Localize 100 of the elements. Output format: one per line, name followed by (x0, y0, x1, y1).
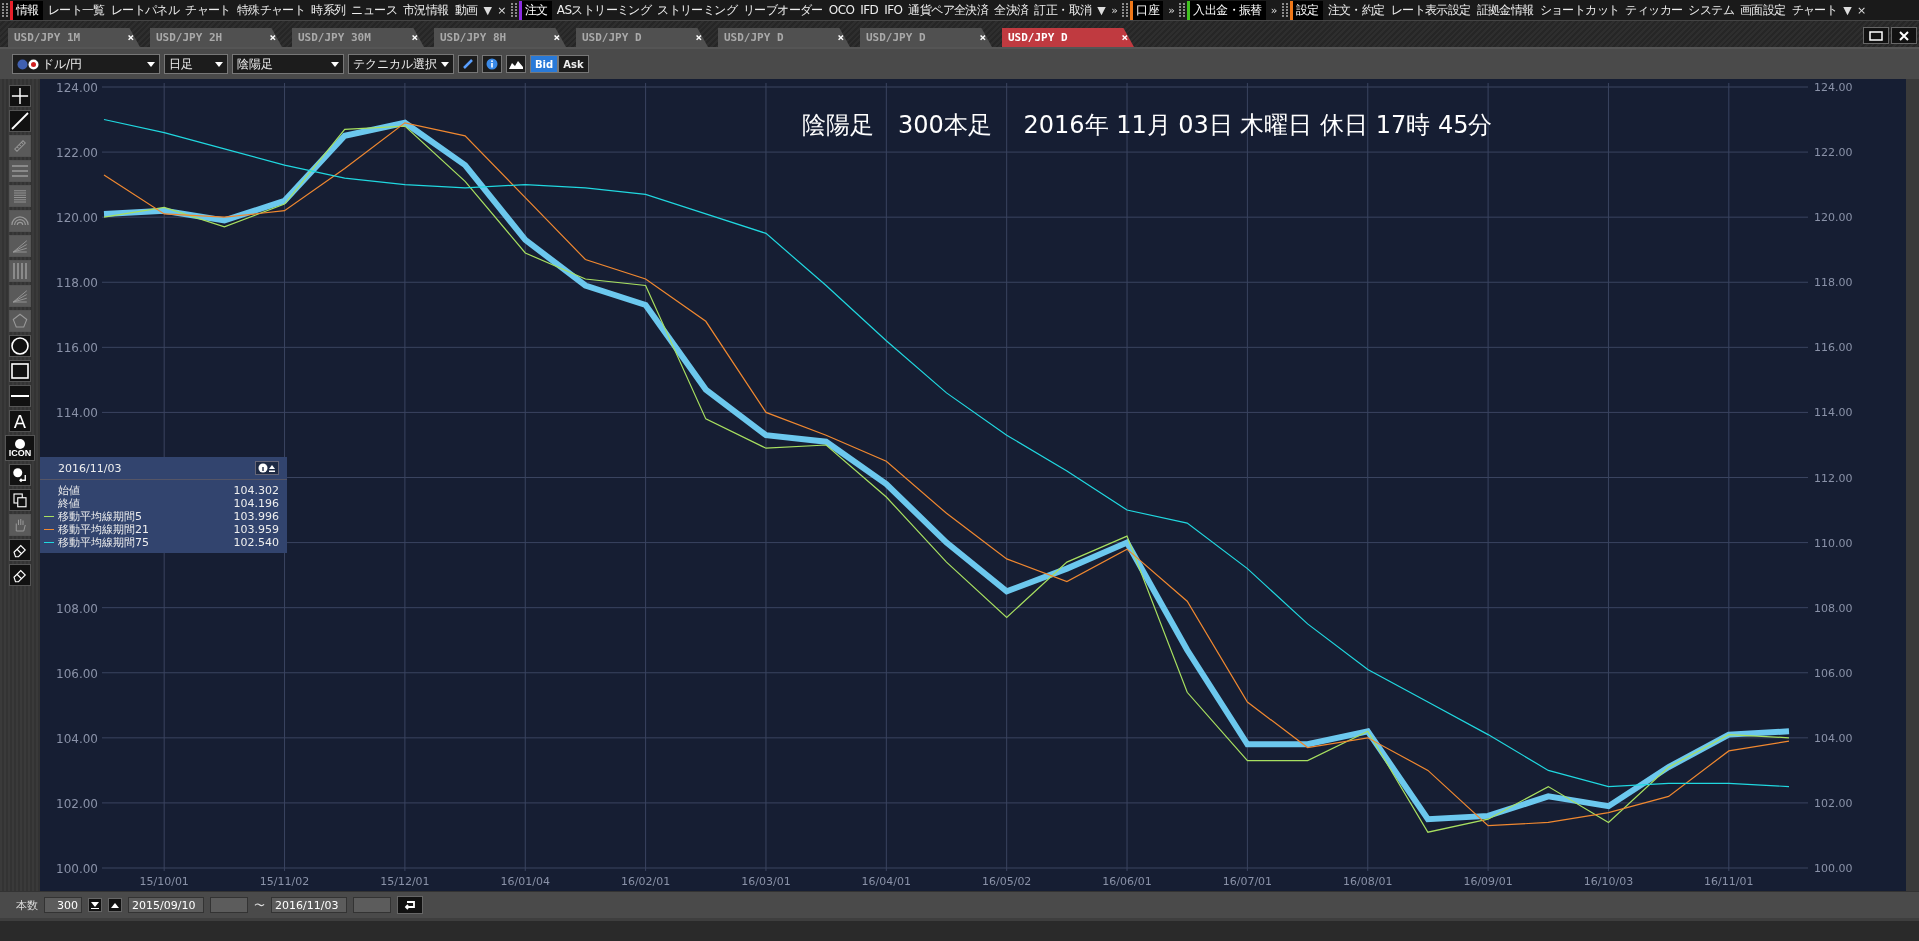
chart-tab[interactable]: USD/JPY 8H × (434, 28, 566, 47)
chart-button[interactable] (506, 55, 526, 73)
crosshair-tool[interactable] (9, 85, 31, 107)
menu-item[interactable]: 証拠金情報 (1473, 1, 1537, 19)
pen-button[interactable] (458, 55, 478, 73)
technical-button[interactable]: テクニカル選択 (348, 54, 454, 74)
menu-item[interactable]: 注文・約定 (1324, 1, 1388, 19)
chart-tab[interactable]: USD/JPY D × (1002, 28, 1134, 47)
tab-close[interactable]: × (269, 31, 276, 44)
menu-item[interactable]: チャート (1788, 1, 1841, 19)
hline-tool[interactable] (9, 385, 31, 407)
start-time-field[interactable] (210, 897, 248, 913)
menu-item[interactable]: レート一覧 (44, 1, 108, 19)
rect-icon (11, 363, 29, 379)
menu-item[interactable]: OCO (825, 3, 858, 17)
chart-tab[interactable]: USD/JPY D × (576, 28, 708, 47)
chart-tab[interactable]: USD/JPY D × (860, 28, 992, 47)
chart-tab[interactable]: USD/JPY 2H × (150, 28, 282, 47)
menu-control[interactable]: ▼ (1094, 3, 1109, 17)
eraser-tool[interactable] (9, 564, 31, 586)
menu-item[interactable]: リーブオーダー (740, 1, 826, 19)
rect-tool[interactable] (9, 360, 31, 382)
eraser-tool[interactable] (9, 539, 31, 561)
chart-tab[interactable]: USD/JPY D × (718, 28, 850, 47)
tab-close[interactable]: × (411, 31, 418, 44)
tab-close[interactable]: × (695, 31, 702, 44)
menu-control[interactable]: » (1267, 3, 1280, 17)
count-field[interactable]: 300 (44, 897, 82, 913)
grip-icon (1281, 2, 1288, 18)
menu-item[interactable]: IFD (857, 3, 882, 17)
menu-group-label[interactable]: 情報 (10, 0, 43, 20)
chart-tab[interactable]: USD/JPY 1M × (8, 28, 140, 47)
maximize-button[interactable] (1863, 27, 1889, 44)
menu-item[interactable]: チャート (182, 1, 234, 19)
chart-type-dropdown[interactable]: 陰陽足 (232, 54, 344, 74)
copy-tool[interactable] (9, 489, 31, 511)
menu-item[interactable]: レートパネル (107, 1, 183, 19)
axis-label: 116.00 (1814, 341, 1853, 355)
menu-control[interactable]: × (494, 3, 509, 17)
menu-item[interactable]: 時系列 (308, 1, 349, 19)
menu-item[interactable]: ティッカー (1622, 1, 1686, 19)
menu-item[interactable]: 訂正・取消 (1031, 1, 1095, 19)
menu-item[interactable]: 特殊チャート (233, 1, 309, 19)
menu-group-label[interactable]: 口座 (1130, 0, 1164, 20)
tab-close[interactable]: × (979, 31, 986, 44)
price-side-toggle[interactable]: Ask (558, 55, 589, 73)
menu-control[interactable]: » (1108, 3, 1121, 17)
menu-item[interactable]: ニュース (348, 1, 401, 19)
menu-item[interactable]: 全決済 (991, 1, 1032, 19)
caret-icon (331, 61, 339, 67)
axis-label: 100.00 (1814, 862, 1853, 875)
menu-item[interactable]: ASストリーミング (553, 1, 655, 19)
menu-item[interactable]: ショートカット (1536, 1, 1623, 19)
timeframe-dropdown[interactable]: 日足 (164, 54, 228, 74)
tab-close[interactable]: × (1121, 31, 1128, 44)
tab-close[interactable]: × (127, 31, 134, 44)
menu-group-label[interactable]: 入出金・振替 (1187, 0, 1266, 20)
circle-tool[interactable] (9, 335, 31, 357)
tab-close[interactable]: × (553, 31, 560, 44)
menu-item[interactable]: レート表示設定 (1387, 1, 1474, 19)
axis-label: 16/05/02 (982, 875, 1032, 888)
line-icon (11, 112, 29, 130)
axis-label: 16/09/01 (1463, 875, 1513, 888)
info-toggle-button[interactable] (255, 461, 279, 475)
menu-item[interactable]: ストリーミング (654, 1, 741, 19)
tab-close[interactable]: × (837, 31, 844, 44)
menu-group-label[interactable]: 設定 (1289, 0, 1323, 20)
axis-label: 102.00 (56, 796, 98, 811)
info-value: 104.302 (233, 484, 279, 497)
menu-item[interactable]: システム (1685, 1, 1737, 19)
menu-control[interactable]: ▼ (1840, 3, 1855, 17)
pen-icon (462, 58, 474, 70)
menu-control[interactable]: » (1165, 3, 1178, 17)
line-tool[interactable] (9, 110, 31, 132)
start-date-field[interactable]: 2015/09/10 (128, 897, 204, 913)
end-time-field[interactable] (353, 897, 391, 913)
info-label: 終値 (58, 496, 81, 511)
menu-item[interactable]: IFO (881, 3, 906, 17)
chart-tab[interactable]: USD/JPY 30M × (292, 28, 424, 47)
axis-label: 116.00 (56, 341, 98, 356)
menu-control[interactable]: ▼ (480, 3, 495, 17)
text-tool[interactable]: A (9, 410, 31, 432)
end-date-field[interactable]: 2016/11/03 (271, 897, 347, 913)
menu-item[interactable]: 市況情報 (400, 1, 452, 19)
stamp-tool[interactable]: ICON (5, 435, 35, 461)
price-side-toggle[interactable]: Bid (530, 55, 559, 73)
copy-icon (11, 491, 29, 509)
decrement-button[interactable] (88, 898, 102, 912)
axis-label: 15/10/01 (139, 875, 189, 888)
symbol-dropdown[interactable]: ドル/円 (12, 54, 160, 74)
menu-item[interactable]: 画面設定 (1736, 1, 1789, 19)
info-icon (486, 58, 498, 70)
menu-item[interactable]: 動画 (451, 1, 481, 19)
info-button[interactable] (482, 55, 502, 73)
close-button[interactable] (1891, 27, 1917, 44)
return-button[interactable] (397, 896, 423, 914)
menu-item[interactable]: 通貨ペア全決済 (905, 1, 992, 19)
increment-button[interactable] (108, 898, 122, 912)
menu-control[interactable]: × (1854, 3, 1869, 17)
menu-group-label[interactable]: 注文 (519, 0, 552, 20)
